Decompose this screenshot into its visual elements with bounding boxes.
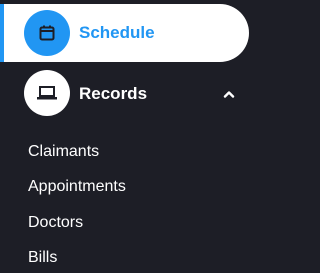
sidebar-subitem-bills[interactable]: Bills xyxy=(28,248,57,268)
sidebar-subitem-doctors[interactable]: Doctors xyxy=(28,213,83,233)
sidebar-group-records[interactable]: Records xyxy=(0,66,253,122)
calendar-icon xyxy=(39,25,55,41)
sidebar-subitem-claimants[interactable]: Claimants xyxy=(28,142,99,162)
sidebar-subitem-appointments[interactable]: Appointments xyxy=(28,177,126,197)
sidebar-item-schedule[interactable]: Schedule xyxy=(0,4,249,62)
laptop-icon xyxy=(37,86,57,100)
sidebar-item-label: Schedule xyxy=(79,23,155,42)
schedule-icon-badge xyxy=(24,10,70,56)
chevron-up-icon[interactable] xyxy=(220,85,238,103)
active-indicator xyxy=(0,4,4,62)
sidebar-nav: Schedule Records Claimants Appointments … xyxy=(0,0,253,273)
sidebar-group-label: Records xyxy=(79,84,148,103)
records-icon-badge xyxy=(24,70,70,116)
